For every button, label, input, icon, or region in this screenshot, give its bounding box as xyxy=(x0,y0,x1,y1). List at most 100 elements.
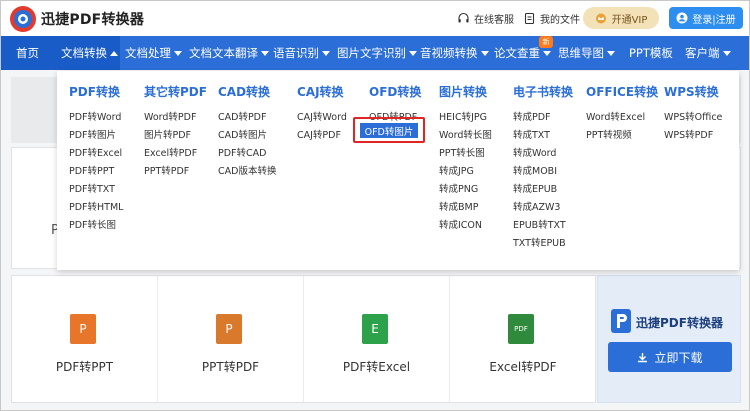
nav-ppt-templates[interactable]: PPT模板 xyxy=(629,36,673,70)
chevron-down-icon xyxy=(409,50,417,56)
menu-item-image-to-pdf[interactable]: 图片转PDF xyxy=(144,127,191,141)
menu-item-caj-to-word[interactable]: CAJ转Word xyxy=(297,109,347,123)
menu-item-excel-to-pdf[interactable]: Excel转PDF xyxy=(144,145,197,159)
menu-item-pdf-to-cad[interactable]: PDF转CAD xyxy=(218,145,266,159)
menu-item-to-epub[interactable]: 转成EPUB xyxy=(513,181,557,195)
menu-column-title: 其它转PDF xyxy=(144,85,207,99)
menu-item-pdf-to-word[interactable]: PDF转Word xyxy=(69,109,121,123)
menu-item-pdf-to-txt[interactable]: PDF转TXT xyxy=(69,181,115,195)
menu-column-title: OFD转换 xyxy=(369,85,422,99)
nav-image-ocr[interactable]: 图片文字识别 xyxy=(337,36,417,70)
tool-card-label: Excel转PDF xyxy=(489,360,557,374)
menu-item-pdf-to-ppt[interactable]: PDF转PPT xyxy=(69,163,114,177)
brand-logo-icon xyxy=(10,6,36,32)
nav-home[interactable]: 首页 xyxy=(1,36,54,70)
crown-icon xyxy=(595,13,606,23)
menu-item-ppt-to-long-image[interactable]: PPT转长图 xyxy=(439,145,485,159)
menu-item-to-icon[interactable]: 转成ICON xyxy=(439,217,482,231)
menu-item-txt-to-epub[interactable]: TXT转EPUB xyxy=(513,235,566,249)
vip-label: 开通VIP xyxy=(611,14,648,26)
menu-item-to-mobi[interactable]: 转成MOBI xyxy=(513,163,557,177)
chevron-down-icon xyxy=(722,50,731,56)
chevron-down-icon xyxy=(174,50,182,56)
tool-card-ppt-to-pdf[interactable]: P PPT转PDF xyxy=(158,276,304,402)
menu-item-epub-to-txt[interactable]: EPUB转TXT xyxy=(513,217,566,231)
menu-item-heic-to-jpg[interactable]: HEIC转JPG xyxy=(439,109,487,123)
tool-card-pdf-to-excel[interactable]: E PDF转Excel xyxy=(304,276,450,402)
menu-item-to-bmp[interactable]: 转成BMP xyxy=(439,199,478,213)
main-nav: 首页 文档转换 文档处理 文档文本翻译 语音识别 图片文字识别 音视频转换 论文… xyxy=(1,36,749,70)
nav-label: 文档文本翻译 xyxy=(189,46,258,60)
tool-card-excel-to-pdf[interactable]: PDF Excel转PDF xyxy=(450,276,596,402)
menu-item-wps-to-office[interactable]: WPS转Office xyxy=(664,109,722,123)
menu-item-caj-to-pdf[interactable]: CAJ转PDF xyxy=(297,127,341,141)
menu-item-ofd-to-image[interactable]: OFD转图片 xyxy=(360,123,418,138)
menu-item-cad-to-image[interactable]: CAD转图片 xyxy=(218,127,267,141)
menu-item-cad-version[interactable]: CAD版本转换 xyxy=(218,163,276,177)
vip-button[interactable]: 开通VIP xyxy=(583,7,659,29)
promo-title: 迅捷PDF转换器 xyxy=(636,316,723,330)
nav-speech-recognition[interactable]: 语音识别 xyxy=(273,36,330,70)
nav-document-translation[interactable]: 文档文本翻译 xyxy=(189,36,269,70)
menu-item-to-pdf[interactable]: 转成PDF xyxy=(513,109,551,123)
brand-name: 迅捷PDF转换器 xyxy=(41,12,145,28)
menu-item-ppt-to-pdf[interactable]: PPT转PDF xyxy=(144,163,189,177)
menu-item-wps-to-pdf[interactable]: WPS转PDF xyxy=(664,127,713,141)
tool-card-label: PDF转Excel xyxy=(342,360,411,374)
download-icon xyxy=(638,352,648,362)
tool-card-label: PDF转PPT xyxy=(55,360,114,374)
download-label: 立即下载 xyxy=(654,350,703,365)
nav-label: 音视频转换 xyxy=(420,46,478,60)
nav-document-conversion[interactable]: 文档转换 xyxy=(54,36,120,70)
menu-item-to-png[interactable]: 转成PNG xyxy=(439,181,478,195)
menu-item-word-to-long-image[interactable]: Word转长图 xyxy=(439,127,492,141)
nav-mind-map[interactable]: 思维导图 xyxy=(558,36,615,70)
menu-item-ppt-to-video[interactable]: PPT转视频 xyxy=(586,127,632,141)
my-files-link[interactable]: 我的文件 xyxy=(523,11,580,26)
ppt-file-icon: P xyxy=(216,314,242,344)
menu-item-word-to-pdf[interactable]: Word转PDF xyxy=(144,109,196,123)
download-button[interactable]: 立即下载 xyxy=(608,342,732,372)
tool-card-row: P PDF转PPT P PPT转PDF E PDF转Excel PDF Exce… xyxy=(11,275,596,403)
nav-label: 客户端 xyxy=(685,46,720,60)
menu-column-title: PDF转换 xyxy=(69,85,120,99)
online-service-label: 在线客服 xyxy=(474,15,514,26)
nav-label: 图片文字识别 xyxy=(337,46,406,60)
menu-item-pdf-to-html[interactable]: PDF转HTML xyxy=(69,199,123,213)
menu-item-pdf-to-image[interactable]: PDF转图片 xyxy=(69,127,116,141)
nav-label: 文档转换 xyxy=(61,46,107,60)
menu-item-to-jpg[interactable]: 转成JPG xyxy=(439,163,474,177)
nav-label: 思维导图 xyxy=(558,46,604,60)
menu-item-to-txt[interactable]: 转成TXT xyxy=(513,127,550,141)
menu-column-title: WPS转换 xyxy=(664,85,719,99)
menu-item-to-word[interactable]: 转成Word xyxy=(513,145,556,159)
menu-column-title: CAD转换 xyxy=(218,85,271,99)
chevron-up-icon xyxy=(110,50,118,56)
pdf-file-icon: PDF xyxy=(508,314,534,344)
nav-label: 论文查重 xyxy=(494,46,540,60)
chevron-down-icon xyxy=(480,50,489,56)
online-service-link[interactable]: 在线客服 xyxy=(457,11,514,26)
nav-label: 语音识别 xyxy=(273,46,319,60)
excel-file-icon: E xyxy=(362,314,388,344)
my-files-label: 我的文件 xyxy=(540,15,580,26)
tool-card-pdf-to-ppt[interactable]: P PDF转PPT xyxy=(12,276,158,402)
login-button[interactable]: 登录|注册 xyxy=(669,7,743,29)
chevron-down-icon xyxy=(543,50,551,56)
menu-item-pdf-to-excel[interactable]: PDF转Excel xyxy=(69,145,122,159)
menu-item-word-to-excel[interactable]: Word转Excel xyxy=(586,109,645,123)
menu-item-cad-to-pdf[interactable]: CAD转PDF xyxy=(218,109,266,123)
menu-column-title: OFFICE转换 xyxy=(586,85,659,99)
chevron-down-icon xyxy=(607,50,615,56)
menu-column-title: CAJ转换 xyxy=(297,85,344,99)
tool-card-label: PPT转PDF xyxy=(201,360,260,374)
chevron-down-icon xyxy=(261,50,269,56)
menu-item-to-azw3[interactable]: 转成AZW3 xyxy=(513,199,560,213)
nav-media-conversion[interactable]: 音视频转换 xyxy=(420,36,489,70)
headset-icon xyxy=(458,12,469,23)
nav-client[interactable]: 客户端 xyxy=(685,36,731,70)
menu-item-pdf-to-long-image[interactable]: PDF转长图 xyxy=(69,217,116,231)
top-header: 迅捷PDF转换器 在线客服 我的文件 开通VIP 登录|注册 xyxy=(1,1,749,36)
nav-document-processing[interactable]: 文档处理 xyxy=(125,36,182,70)
chevron-down-icon xyxy=(322,50,330,56)
